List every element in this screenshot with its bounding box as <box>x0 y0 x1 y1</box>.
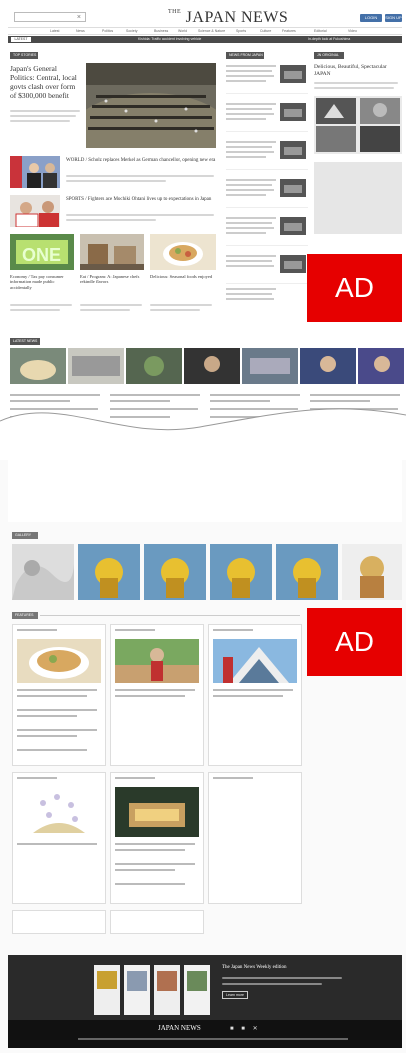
grid-image[interactable] <box>80 234 144 270</box>
section-news-japan: NEWS FROM JAPAN <box>226 52 264 59</box>
news-japan-list <box>226 63 308 323</box>
grid-title[interactable]: Economy / Tax pay consumer information m… <box>10 274 74 290</box>
summary-line <box>80 304 142 306</box>
footer-text-line <box>222 983 322 985</box>
nav-item[interactable]: Editorial <box>314 29 327 33</box>
original-image[interactable] <box>314 96 402 154</box>
advertisement[interactable]: AD <box>307 608 402 676</box>
nav-item[interactable]: Culture <box>260 29 271 33</box>
main-story-title[interactable]: Japan's General Politics: Central, local… <box>10 64 82 100</box>
divider <box>40 615 300 616</box>
learn-more-button[interactable]: Learn more <box>222 991 248 999</box>
summary-line <box>150 309 200 311</box>
feature-card[interactable] <box>208 772 302 904</box>
original-title[interactable]: Delicious, Beautiful, Spectacular JAPAN <box>314 64 400 77</box>
section-features: FEATURES <box>12 612 38 619</box>
summary-line <box>66 175 214 177</box>
nav-item[interactable]: Latest <box>50 29 60 33</box>
logo-main: JAPAN NEWS <box>185 9 289 26</box>
grid-title[interactable]: Delicious: Seasonal foods enjoyed <box>150 274 216 279</box>
summary-line <box>80 309 130 311</box>
footer-links[interactable] <box>78 1038 348 1040</box>
summary-line <box>10 304 72 306</box>
nav-item[interactable]: Features <box>282 29 296 33</box>
nav-item[interactable]: World <box>178 29 187 33</box>
story-image[interactable] <box>10 156 60 188</box>
grid-image[interactable]: ONE <box>10 234 74 270</box>
main-nav: Latest News Politics Society Business Wo… <box>8 27 402 35</box>
summary-line <box>10 115 76 117</box>
footer-headline: The Japan News Weekly edition <box>222 965 287 970</box>
summary-line <box>314 87 394 89</box>
summary-line <box>66 219 156 221</box>
social-icons[interactable]: ■ ■ ✕ <box>230 1025 261 1032</box>
site-logo[interactable]: THE JAPAN NEWS <box>168 9 288 27</box>
fade-wave <box>0 408 406 440</box>
feature-card[interactable] <box>12 772 106 904</box>
grid-title[interactable]: Eat / Program: A: Japanese chefs rekindl… <box>80 274 144 285</box>
summary-line <box>10 120 70 122</box>
feature-card[interactable] <box>110 624 204 766</box>
grid-image[interactable] <box>150 234 216 270</box>
summary-line <box>10 309 60 311</box>
gallery-strip[interactable] <box>12 544 402 602</box>
summary-line <box>314 82 398 84</box>
signup-button[interactable]: SIGN UP <box>385 14 402 22</box>
search-input[interactable]: × <box>14 12 86 22</box>
footer-logo[interactable]: JAPAN NEWS <box>158 1024 201 1032</box>
section-top-stories: TOP STORIES <box>10 52 38 59</box>
feature-card[interactable] <box>12 624 106 766</box>
feature-card[interactable] <box>208 624 302 766</box>
summary-line <box>150 304 212 306</box>
original-placeholder <box>314 162 402 234</box>
feature-card[interactable] <box>110 772 204 904</box>
lower-header-space <box>8 460 402 522</box>
feature-card[interactable] <box>110 910 204 934</box>
section-latest: LATEST NEWS <box>10 338 40 345</box>
newspaper-covers[interactable] <box>94 963 214 1017</box>
ticker-headline[interactable]: In-depth look at Fukushima <box>308 36 350 43</box>
summary-line <box>10 110 80 112</box>
main-story-image[interactable] <box>86 63 216 148</box>
summary-line <box>66 180 166 182</box>
svg-text:ONE: ONE <box>22 245 61 265</box>
nav-item[interactable]: Sports <box>236 29 246 33</box>
close-icon[interactable]: × <box>77 14 81 21</box>
footer-bar: JAPAN NEWS ■ ■ ✕ <box>8 1020 402 1048</box>
footer-text-line <box>222 977 342 979</box>
story-image[interactable] <box>10 195 60 227</box>
nav-item[interactable]: Society <box>126 29 137 33</box>
ticker-tag: LATEST <box>11 37 31 42</box>
ticker-headline[interactable]: Kishida: Traffic accident involving vehi… <box>138 36 201 43</box>
nav-item[interactable]: Science & Nature <box>198 29 225 33</box>
story-title[interactable]: SPORTS / Fighters ace Mochiki Ohtani liv… <box>66 197 216 203</box>
advertisement[interactable]: AD <box>307 254 402 322</box>
logo-prefix: THE <box>168 9 182 15</box>
news-ticker: LATEST Kishida: Traffic accident involvi… <box>8 36 402 43</box>
section-gallery: GALLERY <box>12 532 38 539</box>
latest-news-strip[interactable] <box>10 348 404 388</box>
nav-item[interactable]: Politics <box>102 29 113 33</box>
story-title[interactable]: WORLD / Scholz replaces Merkel as German… <box>66 158 216 164</box>
nav-item[interactable]: News <box>76 29 85 33</box>
nav-item[interactable]: Business <box>154 29 168 33</box>
login-button[interactable]: LOGIN <box>360 14 382 22</box>
top-page: × THE JAPAN NEWS LOGIN SIGN UP Latest Ne… <box>0 0 406 440</box>
nav-item[interactable]: Video <box>348 29 357 33</box>
summary-line <box>66 214 214 216</box>
section-original: JN ORIGINAL <box>314 52 344 59</box>
feature-card[interactable] <box>12 910 106 934</box>
